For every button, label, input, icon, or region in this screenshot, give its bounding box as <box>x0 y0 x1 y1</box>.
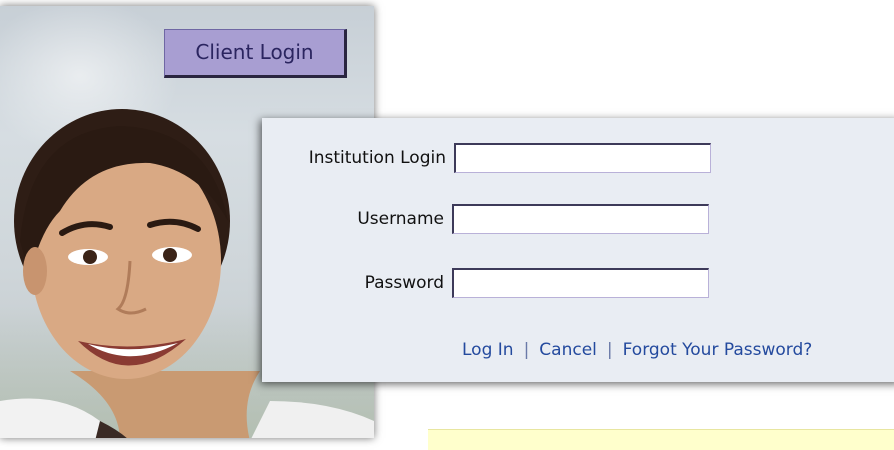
link-separator: | <box>606 340 613 360</box>
username-input[interactable] <box>452 204 709 234</box>
institution-login-label: Institution Login <box>308 148 446 168</box>
password-input[interactable] <box>452 268 709 298</box>
form-actions: Log In | Cancel | Forgot Your Password? <box>462 340 812 360</box>
username-label: Username <box>357 209 444 229</box>
institution-login-input[interactable] <box>454 143 711 173</box>
notice-bar <box>428 429 894 450</box>
cancel-link[interactable]: Cancel <box>539 340 597 360</box>
username-row: Username <box>262 204 709 234</box>
password-row: Password <box>262 268 709 298</box>
client-login-button[interactable]: Client Login <box>164 29 347 78</box>
link-separator: | <box>523 340 530 360</box>
login-dialog: Institution Login Username Password Log … <box>262 118 894 382</box>
password-label: Password <box>364 273 444 293</box>
institution-row: Institution Login <box>262 143 711 173</box>
log-in-link[interactable]: Log In <box>462 340 514 360</box>
forgot-password-link[interactable]: Forgot Your Password? <box>623 340 813 360</box>
